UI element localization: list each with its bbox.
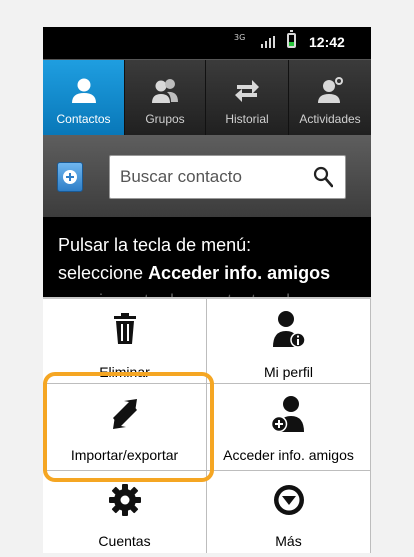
tab-contactos[interactable]: Contactos [43, 60, 124, 136]
search-bar [43, 135, 371, 217]
menu-item-label: Cuentas [98, 533, 151, 549]
gear-icon [108, 484, 141, 516]
network-type: 3G [234, 33, 246, 42]
chevron-down-circle-icon [273, 485, 304, 515]
add-friend-icon [270, 396, 304, 433]
options-menu: Eliminar Mi perfil Importar/exportar Acc… [43, 297, 371, 553]
menu-item-label: Más [275, 533, 302, 549]
menu-item-mas[interactable]: Más [207, 471, 371, 553]
tab-label: Actividades [299, 112, 361, 126]
info-message: Pulsar la tecla de menú: seleccione Acce… [43, 217, 371, 297]
arrows-swap-icon [235, 80, 259, 102]
plus-icon [63, 170, 77, 184]
clock: 12:42 [309, 34, 345, 50]
info-bold-option: Acceder info. amigos [148, 263, 331, 283]
menu-item-label: Importar/exportar [70, 447, 179, 463]
tab-label: Historial [225, 112, 269, 126]
menu-item-cuentas[interactable]: Cuentas [43, 471, 207, 553]
status-bar: 3G 12:42 [43, 27, 371, 59]
tab-bar: Contactos Grupos Historial Actividades [43, 59, 371, 136]
menu-item-importar-exportar[interactable]: Importar/exportar [43, 384, 207, 471]
tab-actividades[interactable]: Actividades [289, 60, 371, 136]
person-icon [71, 78, 96, 103]
tab-grupos[interactable]: Grupos [125, 60, 205, 136]
menu-item-eliminar[interactable]: Eliminar [43, 299, 207, 384]
tab-label: Grupos [145, 112, 185, 126]
group-icon [152, 79, 178, 103]
search-input[interactable] [120, 164, 300, 190]
phone-screen: 3G 12:42 Contactos Grupos Historial Acti… [43, 27, 371, 553]
add-contact-button[interactable] [57, 162, 83, 192]
menu-item-acceder-info-amigos[interactable]: Acceder info. amigos [207, 384, 371, 471]
trash-icon [113, 313, 136, 344]
signal-icon [261, 36, 275, 48]
person-activity-icon [318, 77, 343, 103]
tab-label: Contactos [56, 112, 111, 126]
import-export-arrows-icon [112, 399, 137, 429]
menu-item-label: Mi perfil [263, 364, 313, 380]
menu-item-label: Eliminar [99, 364, 150, 380]
profile-info-icon [272, 311, 306, 348]
info-line-1: Pulsar la tecla de menú: [58, 235, 252, 255]
info-line-3: para importar los contactos de [58, 287, 359, 297]
search-field[interactable] [109, 155, 346, 199]
search-icon[interactable] [313, 166, 333, 188]
menu-item-mi-perfil[interactable]: Mi perfil [207, 299, 371, 384]
battery-icon [287, 30, 296, 48]
tab-historial[interactable]: Historial [206, 60, 288, 136]
menu-item-label: Acceder info. amigos [223, 447, 354, 463]
info-line-2: seleccione Acceder info. amigos [58, 263, 331, 283]
